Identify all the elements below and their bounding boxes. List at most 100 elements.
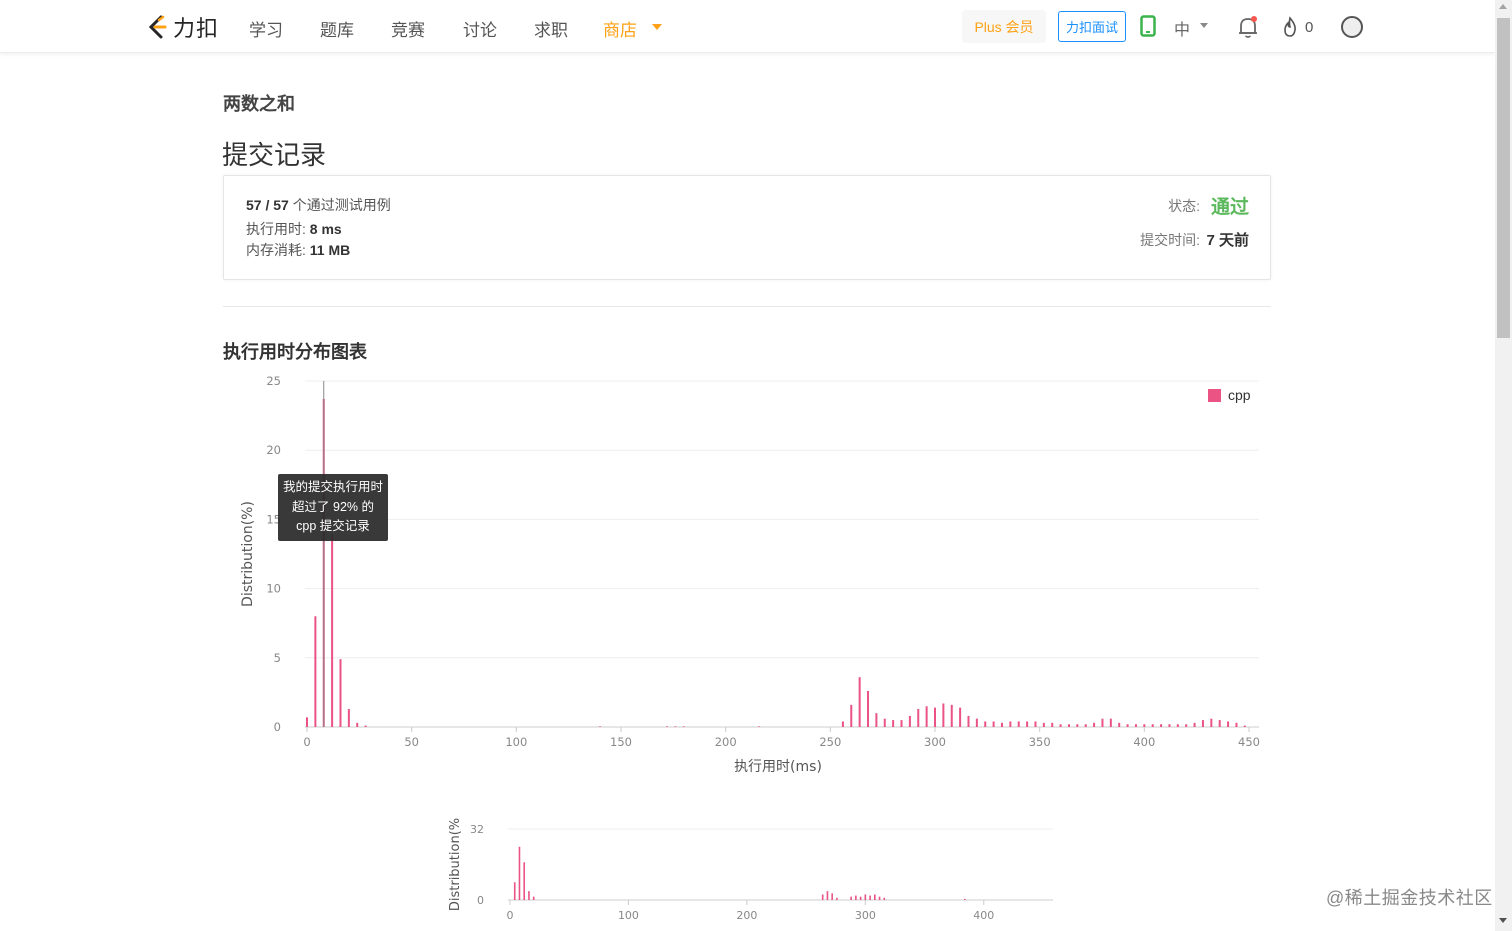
main-chart-bar — [666, 726, 669, 727]
mini-chart-bar — [883, 897, 886, 900]
main-chart-bar — [306, 717, 308, 727]
main-chart-bar — [917, 709, 920, 727]
main-chart-y-tick-label: 5 — [274, 651, 281, 665]
main-chart-bar — [925, 706, 928, 727]
main-chart-bar — [1126, 724, 1129, 727]
tooltip-line-2: 超过了 92% 的 — [292, 499, 374, 514]
main-chart-bar — [1134, 724, 1137, 727]
main-chart-bar — [674, 726, 677, 727]
main-chart-bar — [1168, 724, 1171, 727]
mini-chart-bar — [523, 862, 526, 900]
main-chart-bar — [1026, 721, 1029, 727]
main-chart-bar — [1109, 718, 1112, 727]
mini-chart-bar — [826, 891, 829, 900]
main-chart-bar — [1218, 720, 1221, 727]
mini-chart-x-tick-label: 100 — [618, 909, 639, 922]
main-chart-bar — [1118, 722, 1121, 727]
main-chart-bar — [1042, 722, 1045, 727]
main-chart-bar — [950, 704, 953, 727]
main-chart-bar — [967, 715, 970, 727]
mini-chart-bar — [518, 846, 521, 900]
runtime-distribution-chart[interactable]: 05101520250 50 100 150 200 250 300 350 400 450Dis… — [0, 0, 1495, 931]
main-chart-bar — [892, 720, 895, 727]
mini-chart-bar — [532, 896, 535, 900]
mini-chart-bar — [850, 896, 852, 900]
mini-chart-x-tick-label: 200 — [736, 909, 757, 922]
main-chart-y-tick-label: 0 — [274, 720, 281, 734]
mini-chart-bar — [874, 894, 876, 900]
main-chart-bar — [1143, 724, 1146, 727]
main-chart-x-tick-label: 400 — [1133, 735, 1155, 749]
main-chart-x-tick-label: 50 — [404, 735, 419, 749]
main-chart-bar — [1084, 724, 1087, 727]
main-chart-bar — [1059, 724, 1062, 727]
main-chart-bar — [984, 721, 987, 727]
main-chart-bar — [1009, 721, 1012, 727]
main-chart-bar — [1067, 724, 1070, 727]
scrollbar-thumb[interactable] — [1497, 18, 1510, 338]
chart-legend[interactable]: cpp — [1208, 387, 1251, 403]
main-chart-bar — [1227, 721, 1230, 727]
legend-swatch — [1208, 388, 1221, 402]
mini-chart-y-tick-label: 0 — [477, 894, 484, 907]
mini-chart-bar — [878, 896, 881, 900]
main-chart-bar — [1235, 722, 1238, 727]
chart-tooltip: 我的提交执行用时 超过了 92% 的 cpp 提交记录 — [278, 474, 388, 541]
main-chart-bar — [959, 707, 962, 727]
mini-chart-bar — [528, 891, 530, 900]
main-chart-bar — [682, 726, 685, 727]
main-chart-bar — [900, 720, 903, 727]
main-chart-bar — [314, 616, 317, 727]
main-chart-bar — [992, 721, 995, 727]
main-chart-x-tick-label: 300 — [924, 735, 946, 749]
main-chart-bar — [1201, 720, 1204, 727]
main-chart-bar — [364, 725, 367, 727]
main-chart-bar — [934, 707, 936, 727]
main-chart-bar — [1051, 722, 1054, 727]
main-chart-y-tick-label: 25 — [266, 374, 281, 388]
mini-chart-bar — [836, 897, 838, 900]
mini-chart-bar — [869, 895, 871, 900]
mini-chart-x-tick-label: 300 — [855, 909, 876, 922]
main-chart-bar — [942, 703, 945, 727]
main-chart-bar — [347, 709, 350, 727]
main-chart-bar — [1193, 722, 1196, 727]
main-chart-bar — [883, 718, 886, 727]
main-chart-bar — [1017, 721, 1020, 727]
main-chart-y-tick-label: 20 — [266, 443, 281, 457]
mini-chart-bar — [855, 895, 857, 900]
mini-chart-bar — [513, 882, 516, 900]
main-chart-bar — [1076, 724, 1079, 727]
main-chart-bar — [850, 704, 853, 727]
main-chart-bar — [331, 534, 334, 727]
main-chart-bar — [867, 691, 870, 727]
main-chart-bar — [758, 726, 761, 727]
main-chart-x-axis-label: 执行用时(ms) — [734, 759, 822, 775]
main-chart-bar — [975, 718, 978, 727]
main-chart-bar — [1185, 724, 1188, 727]
main-chart-bar — [1160, 724, 1163, 727]
mini-chart-x-tick-label: 0 — [507, 909, 514, 922]
watermark: @稀土掘金技术社区 — [1326, 888, 1493, 908]
mini-chart-y-axis-label: Distribution(% — [448, 818, 463, 911]
main-chart-bar — [875, 713, 878, 727]
scroll-down-arrow-icon[interactable] — [1499, 918, 1507, 923]
main-chart-bar — [1151, 724, 1154, 727]
tooltip-line-1: 我的提交执行用时 — [282, 480, 383, 494]
main-chart-bar — [841, 721, 844, 727]
main-chart-bar — [339, 659, 342, 727]
mini-chart-bar — [821, 894, 824, 900]
main-chart-y-tick-label: 10 — [266, 582, 281, 596]
legend-label: cpp — [1228, 387, 1251, 403]
mini-chart-bar — [864, 894, 867, 900]
main-chart-bar — [1093, 722, 1096, 727]
main-chart-bar — [1101, 718, 1104, 727]
main-chart-bar — [1176, 724, 1179, 727]
main-chart-bar — [599, 726, 602, 727]
main-chart-bar — [908, 715, 911, 727]
mini-chart-bar — [964, 898, 966, 900]
main-chart-bar — [1243, 725, 1246, 727]
tooltip-line-3: cpp 提交记录 — [296, 519, 370, 533]
scroll-up-arrow-icon[interactable] — [1499, 4, 1507, 9]
main-chart-x-tick-label: 350 — [1029, 735, 1051, 749]
